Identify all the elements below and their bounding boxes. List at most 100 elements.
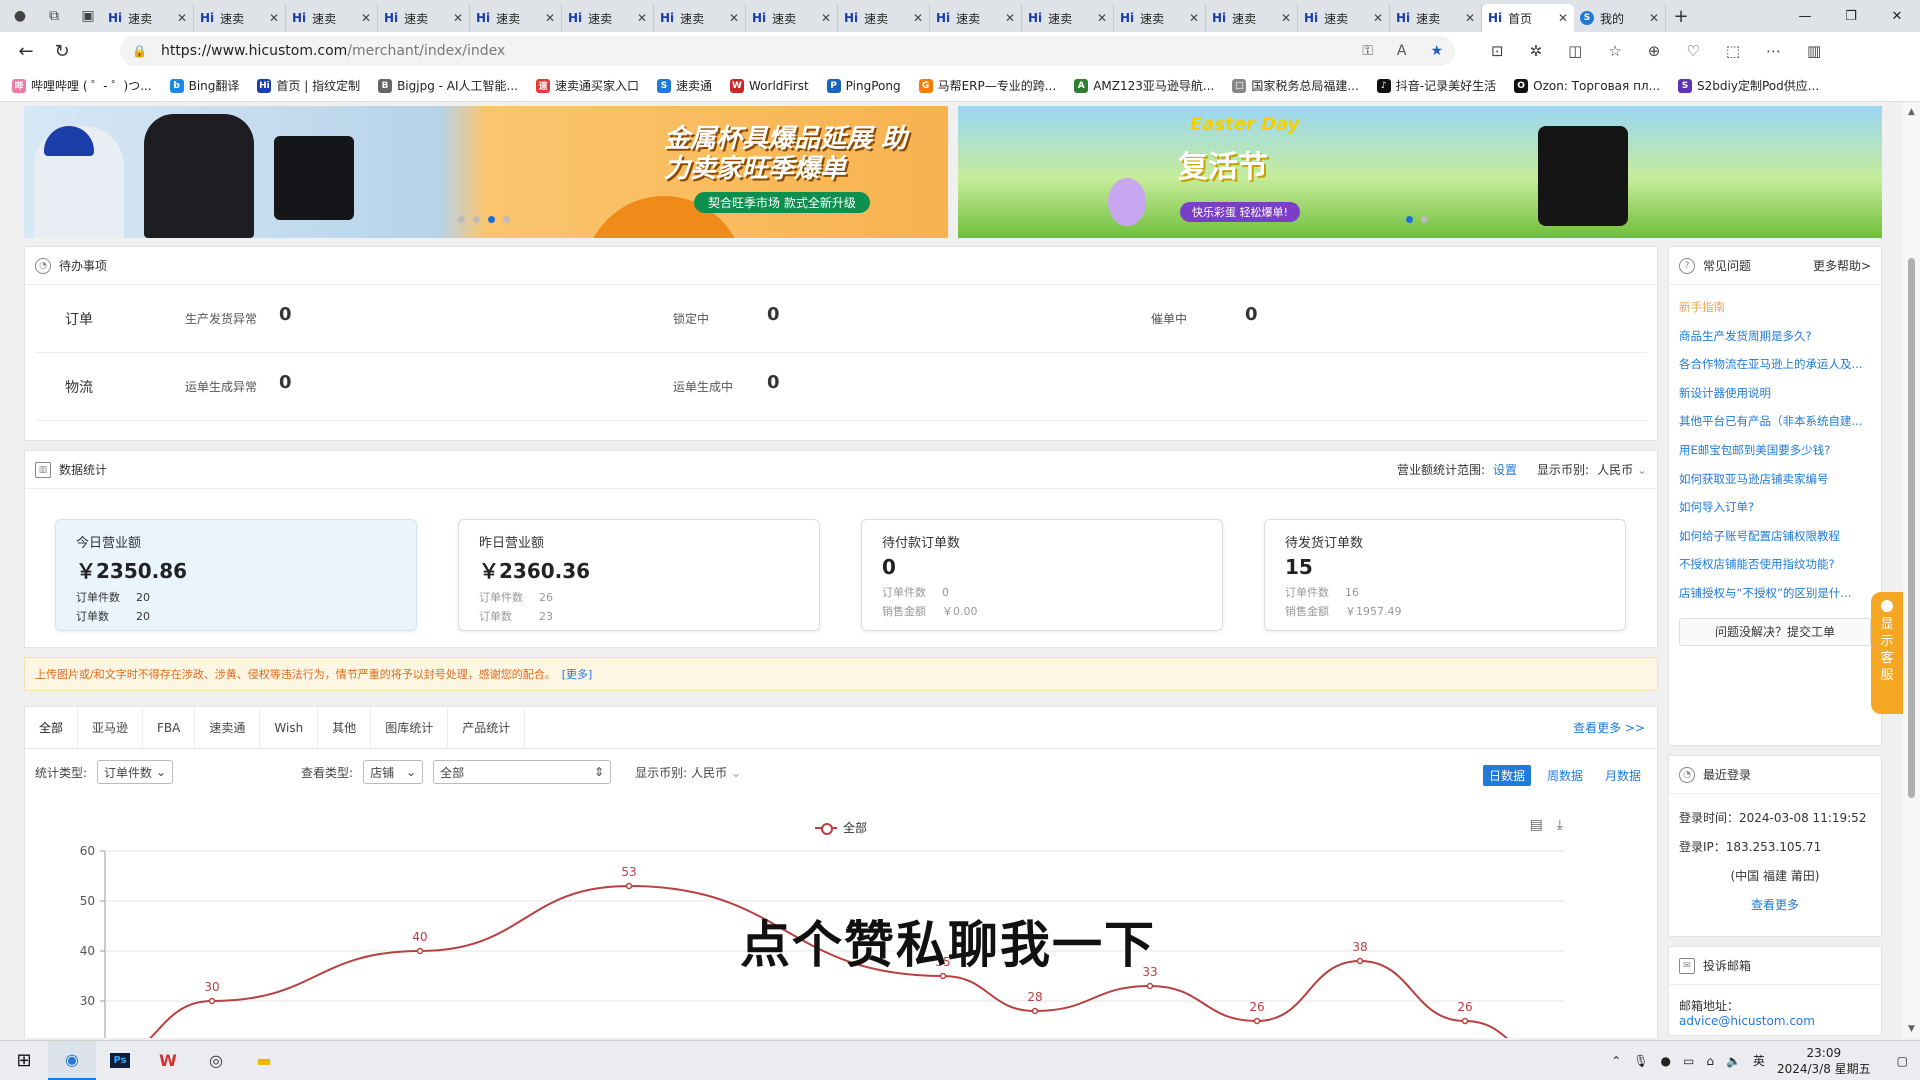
favorites-icon[interactable]: ☆ xyxy=(1608,42,1621,60)
page-scrollbar[interactable]: ▲ ▼ xyxy=(1903,103,1920,1038)
todo-item[interactable]: 运单生成异常 0 xyxy=(185,372,292,395)
wps-icon[interactable]: W xyxy=(144,1041,192,1080)
bookmark-item[interactable]: □ 国家税务总局福建... xyxy=(1232,77,1359,94)
faq-item[interactable]: 不授权店铺能否使用指纹功能? xyxy=(1679,550,1871,579)
bookmark-item[interactable]: 哔哔哩哔哩 ( ゜- ゜)つ... xyxy=(12,77,152,94)
browser-essentials-icon[interactable]: ♡ xyxy=(1686,42,1699,60)
browser-tab[interactable]: Hi 速卖 ✕ xyxy=(1022,4,1114,32)
promo-banner-left[interactable]: 金属杯具爆品延展 助力卖家旺季爆单 契合旺季市场 款式全新升级 xyxy=(24,106,948,238)
scope-select[interactable]: 全部 ⇕ xyxy=(433,760,612,784)
browser-tab[interactable]: Hi 速卖 ✕ xyxy=(930,4,1022,32)
start-icon[interactable]: ⊞ xyxy=(0,1041,48,1080)
platform-tab[interactable]: 速卖通 xyxy=(195,707,261,748)
customer-service-tab[interactable]: 显示客服 xyxy=(1871,592,1903,714)
browser-tab[interactable]: Hi 首页 ✕ xyxy=(1482,4,1574,32)
browser-tab[interactable]: Hi 速卖 ✕ xyxy=(1114,4,1206,32)
stat-type-select[interactable]: 订单件数 ⌄ xyxy=(97,760,174,784)
browser-tab[interactable]: Hi 速卖 ✕ xyxy=(378,4,470,32)
url-field[interactable]: 🔒 https://www.hicustom.com/merchant/inde… xyxy=(120,36,1455,66)
tab-close-icon[interactable]: ✕ xyxy=(1281,11,1291,25)
bookmark-item[interactable]: S S2bdiy定制Pod供应... xyxy=(1678,77,1819,94)
faq-item[interactable]: 如何导入订单? xyxy=(1679,493,1871,522)
browser-tab[interactable]: Hi 速卖 ✕ xyxy=(838,4,930,32)
platform-tab[interactable]: 其他 xyxy=(318,707,372,748)
tab-close-icon[interactable]: ✕ xyxy=(177,11,187,25)
tab-close-icon[interactable]: ✕ xyxy=(1649,11,1659,25)
faq-item[interactable]: 如何给子账号配置店铺权限教程 xyxy=(1679,522,1871,551)
bookmark-item[interactable]: W WorldFirst xyxy=(730,78,809,93)
stat-card[interactable]: 待发货订单数 15 订单件数 16 销售金额 ￥1957.49 xyxy=(1264,519,1626,631)
faq-item[interactable]: 用E邮宝包邮到美国要多少钱? xyxy=(1679,436,1871,465)
platform-tab[interactable]: Wish xyxy=(260,707,319,748)
stat-card[interactable]: 今日营业额 ￥2350.86 订单件数 20 订单数 20 xyxy=(55,519,417,631)
faq-item[interactable]: 如何获取亚马逊店铺卖家编号 xyxy=(1679,465,1871,494)
tab-close-icon[interactable]: ✕ xyxy=(1189,11,1199,25)
split-screen-icon[interactable]: ◫ xyxy=(1568,42,1582,60)
tab-close-icon[interactable]: ✕ xyxy=(1465,11,1475,25)
data-view-icon[interactable]: ▤ xyxy=(1530,817,1543,833)
browser-tab[interactable]: Hi 速卖 ✕ xyxy=(102,4,194,32)
tab-close-icon[interactable]: ✕ xyxy=(453,11,463,25)
refresh-icon[interactable]: ↻ xyxy=(44,36,80,66)
promo-banner-right[interactable]: Easter Day 复活节 快乐彩蛋 轻松爆单! xyxy=(958,106,1882,238)
stat-card[interactable]: 待付款订单数 0 订单件数 0 销售金额 ￥0.00 xyxy=(861,519,1223,631)
edge-browser-icon[interactable]: ◉ xyxy=(48,1040,96,1080)
download-icon[interactable]: ⤓ xyxy=(1557,817,1563,833)
todo-item[interactable]: 生产发货异常 0 xyxy=(185,304,292,327)
tab-close-icon[interactable]: ✕ xyxy=(1373,11,1383,25)
faq-item[interactable]: 店铺授权与“不授权”的区别是什... xyxy=(1679,579,1871,608)
faq-item[interactable]: 新设计器使用说明 xyxy=(1679,379,1871,408)
browser-tab[interactable]: Hi 速卖 ✕ xyxy=(562,4,654,32)
photoshop-icon[interactable]: Ps xyxy=(96,1041,144,1080)
notification-icon[interactable]: ▢ xyxy=(1897,1054,1908,1068)
screenshot-icon[interactable]: ⬚ xyxy=(1726,42,1740,60)
bookmark-item[interactable]: 速速卖通买家入口 xyxy=(535,77,639,94)
app-tray-icon[interactable]: ● xyxy=(1661,1054,1671,1068)
todo-item[interactable]: 催单中 0 xyxy=(1151,304,1258,327)
view-more-link[interactable]: 查看更多 >> xyxy=(1573,707,1657,748)
faq-more-link[interactable]: 更多帮助> xyxy=(1813,257,1871,274)
more-menu-icon[interactable]: ⋯ xyxy=(1766,42,1781,60)
extension-icon[interactable]: ⊡ xyxy=(1491,42,1504,60)
period-week[interactable]: 周数据 xyxy=(1541,765,1589,786)
browser-tab[interactable]: Hi 速卖 ✕ xyxy=(194,4,286,32)
tab-actions-icon[interactable]: ▣ xyxy=(74,2,102,30)
mail-address-link[interactable]: advice@hicustom.com xyxy=(1679,1014,1815,1028)
microphone-icon[interactable]: 🎙 xyxy=(1633,1054,1648,1068)
browser-tab[interactable]: Hi 速卖 ✕ xyxy=(1298,4,1390,32)
range-settings-link[interactable]: 设置 xyxy=(1493,461,1517,478)
notice-more-link[interactable]: [更多] xyxy=(562,666,593,682)
new-tab-button[interactable]: + xyxy=(1666,6,1696,27)
bookmark-item[interactable]: S 速卖通 xyxy=(657,77,712,94)
bookmark-item[interactable]: ♪ 抖音-记录美好生活 xyxy=(1376,77,1496,94)
scroll-thumb[interactable] xyxy=(1908,258,1915,798)
platform-tab[interactable]: FBA xyxy=(143,707,196,748)
input-language[interactable]: 英 xyxy=(1753,1052,1765,1069)
carousel-dots[interactable] xyxy=(1406,216,1428,223)
tab-close-icon[interactable]: ✕ xyxy=(637,11,647,25)
bookmark-item[interactable]: Hi 首页 | 指纹定制 xyxy=(257,77,360,94)
file-explorer-icon[interactable]: ▬ xyxy=(240,1041,288,1080)
bookmark-item[interactable]: B Bigjpg - AI人工智能... xyxy=(378,77,518,94)
browser-tab[interactable]: Hi 速卖 ✕ xyxy=(654,4,746,32)
platform-tab[interactable]: 产品统计 xyxy=(448,707,526,748)
browser-tab[interactable]: S 我的 ✕ xyxy=(1574,4,1666,32)
minimize-icon[interactable]: — xyxy=(1782,0,1828,32)
bookmark-item[interactable]: A AMZ123亚马逊导航... xyxy=(1074,77,1214,94)
faq-item[interactable]: 其他平台已有产品（非本系统自建... xyxy=(1679,407,1871,436)
back-icon[interactable]: ← xyxy=(8,36,44,66)
sidebar-icon[interactable]: ▥ xyxy=(1807,42,1821,60)
volume-icon[interactable]: 🔈 xyxy=(1726,1054,1741,1068)
puzzle-icon[interactable]: ✲ xyxy=(1530,42,1543,60)
faq-item[interactable]: 各合作物流在亚马逊上的承运人及... xyxy=(1679,350,1871,379)
profile-icon[interactable]: ● xyxy=(6,2,34,30)
login-more-link[interactable]: 查看更多 xyxy=(1679,891,1871,920)
browser-tab[interactable]: Hi 速卖 ✕ xyxy=(286,4,378,32)
restore-icon[interactable]: ❐ xyxy=(1828,0,1874,32)
bookmark-item[interactable]: b Bing翻译 xyxy=(169,77,239,94)
show-hidden-icons[interactable]: ⌃ xyxy=(1611,1054,1621,1068)
key-icon[interactable]: ⚿ xyxy=(1362,43,1373,59)
period-day[interactable]: 日数据 xyxy=(1482,764,1531,786)
read-aloud-icon[interactable]: A xyxy=(1397,43,1407,59)
tab-close-icon[interactable]: ✕ xyxy=(729,11,739,25)
